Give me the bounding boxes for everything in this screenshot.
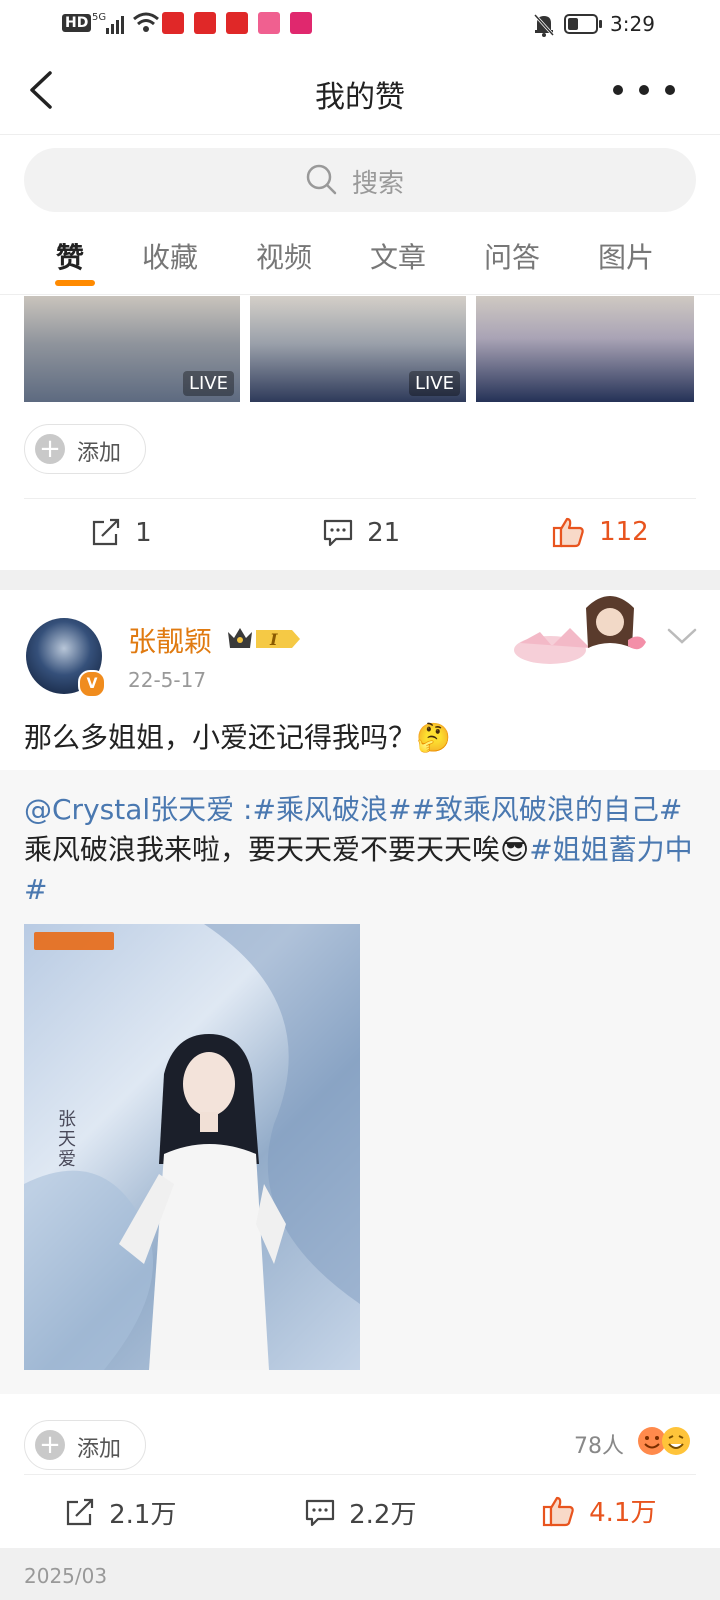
live-badge: LIVE (408, 371, 460, 396)
plus-icon: + (35, 434, 65, 464)
tab-videos[interactable]: 视频 (256, 236, 312, 276)
add-reaction-button[interactable]: + 添加 (24, 424, 146, 474)
like-button[interactable]: 4.1万 (542, 1492, 656, 1529)
tab-qa[interactable]: 问答 (484, 236, 540, 276)
add-label: 添加 (77, 1437, 122, 1462)
repost-button[interactable]: 1 (90, 518, 152, 548)
add-reaction-button[interactable]: + 添加 (24, 1420, 146, 1470)
tab-bar: 赞 收藏 视频 文章 问答 图片 (0, 228, 720, 295)
image-caption: 张天爱 (58, 1109, 76, 1170)
post-separator: 2025/03 (0, 1548, 720, 1600)
crown-badge-icon: I (226, 624, 302, 658)
tab-active-indicator (55, 280, 95, 286)
search-placeholder: 搜索 (352, 169, 405, 199)
repost-container[interactable]: @Crystal张天爱 :#乘风破浪##致乘风破浪的自己# 乘风破浪我来啦，要天… (0, 770, 720, 1394)
tab-favorites[interactable]: 收藏 (142, 236, 198, 276)
comment-count: 2.2万 (349, 1500, 417, 1530)
mention-link[interactable]: @Crystal张天爱 (24, 793, 234, 826)
post-date: 22-5-17 (128, 668, 207, 692)
thumbs-up-icon (542, 1496, 574, 1526)
tab-images[interactable]: 图片 (598, 236, 654, 276)
repost-line: 乘风破浪我来啦，要天天爱不要天天唉😎 (24, 833, 530, 866)
header: 我的赞 (0, 50, 720, 135)
repost-image[interactable]: 张天爱 (24, 924, 360, 1370)
clock: 3:29 (610, 12, 655, 36)
wifi-icon (132, 10, 160, 38)
like-count: 112 (599, 517, 649, 547)
post-image-thumbnail[interactable]: LIVE (250, 296, 466, 402)
divider (24, 498, 696, 499)
chevron-down-icon (667, 628, 697, 644)
live-badge: LIVE (182, 371, 234, 396)
tab-likes[interactable]: 赞 (56, 236, 84, 276)
hd-icon: HD (62, 14, 92, 32)
post-image-thumbnail[interactable]: LIVE (24, 296, 240, 402)
add-label: 添加 (77, 441, 122, 466)
section-date: 2025/03 (24, 1564, 108, 1588)
post-body: 那么多姐姐，小爱还记得我吗？🤔 (24, 721, 451, 754)
reactions-count[interactable]: 78人 (574, 1428, 624, 1460)
like-button[interactable]: 112 (552, 516, 649, 548)
comment-icon (305, 1499, 335, 1526)
verified-badge-icon: V (78, 670, 106, 698)
share-icon (66, 1498, 94, 1525)
expand-menu-button[interactable] (666, 626, 698, 650)
5g-signal-icon: 5G (92, 10, 128, 40)
repost-count: 1 (135, 518, 152, 548)
comment-button[interactable]: 21 (322, 518, 400, 548)
tab-articles[interactable]: 文章 (370, 236, 426, 276)
battery-icon (564, 13, 604, 39)
more-button[interactable] (610, 78, 680, 102)
reaction-emoji-icons (636, 1424, 696, 1462)
svg-text:5G: 5G (92, 12, 106, 23)
author-name[interactable]: 张靓颖 (128, 620, 212, 660)
svg-text:I: I (269, 630, 278, 649)
like-count: 4.1万 (589, 1498, 657, 1528)
status-bar: HD 5G 3:29 (0, 0, 720, 50)
search-bar[interactable]: 搜索 (24, 148, 696, 212)
thumbs-up-icon (552, 517, 584, 548)
share-icon (92, 518, 120, 546)
divider (24, 1474, 696, 1475)
mention-separator: : (234, 793, 253, 826)
comment-button[interactable]: 2.2万 (304, 1494, 416, 1531)
mute-bell-icon (532, 12, 556, 42)
comment-icon (323, 519, 353, 547)
repost-button[interactable]: 2.1万 (64, 1494, 176, 1531)
more-dots-icon (613, 85, 675, 95)
avatar[interactable]: V (26, 618, 106, 698)
repost-count: 2.1万 (109, 1500, 177, 1530)
hashtag-link[interactable]: #乘风破浪# (252, 793, 411, 826)
notification-app-icons (162, 12, 313, 38)
decoration-card-image (500, 588, 650, 668)
watermark-logo (34, 932, 114, 950)
post-separator (0, 570, 720, 590)
plus-icon: + (35, 1430, 65, 1460)
search-icon (306, 164, 338, 200)
comment-count: 21 (367, 518, 401, 548)
hashtag-link[interactable]: #致乘风破浪的自己# (411, 793, 682, 826)
post-image-thumbnail[interactable] (476, 296, 694, 402)
repost-text: @Crystal张天爱 :#乘风破浪##致乘风破浪的自己# 乘风破浪我来啦，要天… (24, 790, 696, 910)
